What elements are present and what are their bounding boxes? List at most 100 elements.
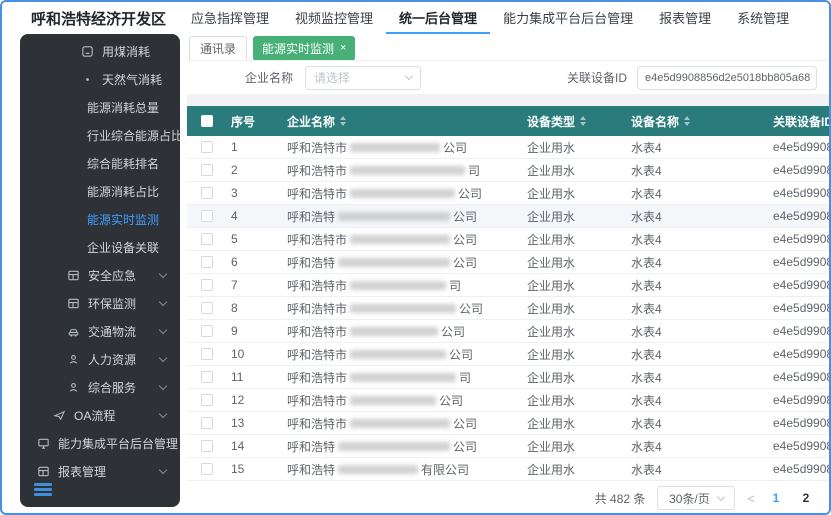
sidebar-item[interactable]: 交通物流 <box>20 317 180 345</box>
sidebar-item[interactable]: 企业设备关联 <box>20 233 180 261</box>
row-checkbox[interactable] <box>201 394 213 406</box>
row-checkbox[interactable] <box>201 463 213 475</box>
row-checkbox[interactable] <box>201 302 213 314</box>
sort-icon[interactable] <box>580 116 586 126</box>
sidebar-item[interactable]: 能力集成平台后台管理 <box>20 429 180 457</box>
sidebar-item[interactable]: OA流程 <box>20 401 180 429</box>
row-checkbox[interactable] <box>201 187 213 199</box>
open-tabs-row: 通讯录 能源实时监测 × <box>187 34 829 60</box>
redacted-company-name <box>350 419 450 428</box>
redacted-company-name <box>350 304 456 313</box>
cell-device-name: 水表4 <box>623 231 765 248</box>
sidebar-item-label: 综合能耗排名 <box>87 155 159 172</box>
cell-device-name: 水表4 <box>623 185 765 202</box>
company-prefix: 呼和浩特市 <box>287 277 347 294</box>
cell-index: 7 <box>223 278 279 292</box>
tab-chip-energy-monitor[interactable]: 能源实时监测 × <box>253 36 355 61</box>
column-header-3[interactable]: 设备名称 <box>623 113 765 130</box>
column-header-2[interactable]: 设备类型 <box>519 113 623 130</box>
company-prefix: 呼和浩特市 <box>287 369 347 386</box>
grid-icon <box>66 296 80 310</box>
row-checkbox[interactable] <box>201 325 213 337</box>
page-size-select[interactable]: 30条/页 <box>657 486 735 510</box>
row-checkbox[interactable] <box>201 210 213 222</box>
row-checkbox[interactable] <box>201 417 213 429</box>
sidebar-item[interactable]: 能源消耗总量 <box>20 93 180 121</box>
company-name-select[interactable]: 请选择 <box>305 66 421 90</box>
table-row: 4 呼和浩特 公司 企业用水 水表4 e4e5d9908856d2e5018bb… <box>187 205 829 228</box>
sort-icon[interactable] <box>684 116 690 126</box>
top-nav-tab-4[interactable]: 报表管理 <box>646 2 724 34</box>
top-nav-tab-0[interactable]: 应急指挥管理 <box>178 2 282 34</box>
prev-page-button[interactable]: < <box>747 491 755 506</box>
sidebar-item[interactable]: 安全应急 <box>20 261 180 289</box>
row-checkbox[interactable] <box>201 141 213 153</box>
company-prefix: 呼和浩特市 <box>287 415 347 432</box>
cell-device-id: e4e5d9908856d2e5018bb805a68 <box>765 324 829 338</box>
sidebar-item[interactable]: 人力资源 <box>20 345 180 373</box>
cell-index: 5 <box>223 232 279 246</box>
cell-device-id: e4e5d9908856d2e5018bb805a68 <box>765 255 829 269</box>
row-checkbox[interactable] <box>201 440 213 452</box>
sidebar-item-label: 能源消耗占比 <box>87 183 159 200</box>
cell-device-name: 水表4 <box>623 277 765 294</box>
company-suffix: 公司 <box>449 346 473 363</box>
company-prefix: 呼和浩特市 <box>287 323 347 340</box>
redacted-company-name <box>350 143 440 152</box>
device-id-input[interactable]: e4e5d9908856d2e5018bb805a68 <box>637 66 817 90</box>
page-number-2[interactable]: 2 <box>797 491 815 505</box>
row-checkbox[interactable] <box>201 164 213 176</box>
row-checkbox[interactable] <box>201 371 213 383</box>
top-nav-tab-2[interactable]: 统一后台管理 <box>386 2 490 34</box>
table-row: 9 呼和浩特市 公司 企业用水 水表4 e4e5d9908856d2e5018b… <box>187 320 829 343</box>
close-icon[interactable]: × <box>340 43 346 54</box>
cell-device-name: 水表4 <box>623 139 765 156</box>
cell-company: 呼和浩特 有限公司 <box>279 461 519 478</box>
cell-device-id: e4e5d9908856d2e5018bb805a68 <box>765 163 829 177</box>
sidebar-item-label: 能力集成平台后台管理 <box>58 435 178 452</box>
page-number-1[interactable]: 1 <box>767 491 785 505</box>
sidebar-item-label: 综合服务 <box>88 379 136 396</box>
grid-icon <box>66 268 80 282</box>
sidebar-item[interactable]: 天然气消耗 <box>20 65 180 93</box>
cell-device-id: e4e5d9908856d2e5018bb805a68 <box>765 232 829 246</box>
row-checkbox[interactable] <box>201 256 213 268</box>
sidebar-item[interactable]: 能源消耗占比 <box>20 177 180 205</box>
top-nav-tab-5[interactable]: 系统管理 <box>724 2 802 34</box>
cell-device-name: 水表4 <box>623 323 765 340</box>
cell-device-id: e4e5d9908856d2e5018bb805a68 <box>765 301 829 315</box>
company-suffix: 司 <box>449 277 461 294</box>
sidebar-item[interactable]: 能源实时监测 <box>20 205 180 233</box>
cell-device-type: 企业用水 <box>519 369 623 386</box>
top-bar: 呼和浩特经济开发区 应急指挥管理视频监控管理统一后台管理能力集成平台后台管理报表… <box>2 2 829 34</box>
redacted-company-name <box>350 350 446 359</box>
cell-device-type: 企业用水 <box>519 438 623 455</box>
cell-device-name: 水表4 <box>623 300 765 317</box>
cell-device-id: e4e5d9908856d2e5018bb805a68 <box>765 209 829 223</box>
cell-index: 9 <box>223 324 279 338</box>
sidebar-item[interactable]: 行业综合能源占比 <box>20 121 180 149</box>
tab-chip-contacts[interactable]: 通讯录 <box>189 36 247 61</box>
sidebar-item[interactable]: 环保监测 <box>20 289 180 317</box>
sidebar-item[interactable]: 综合服务 <box>20 373 180 401</box>
row-checkbox[interactable] <box>201 233 213 245</box>
column-header-4[interactable]: 关联设备ID <box>765 113 829 130</box>
cell-device-type: 企业用水 <box>519 461 623 478</box>
sidebar-item-label: 企业设备关联 <box>87 239 159 256</box>
column-header-1[interactable]: 企业名称 <box>279 113 519 130</box>
redacted-company-name <box>350 166 465 175</box>
sidebar-item[interactable]: 综合能耗排名 <box>20 149 180 177</box>
cell-company: 呼和浩特市 公司 <box>279 346 519 363</box>
top-nav-tab-1[interactable]: 视频监控管理 <box>282 2 386 34</box>
sidebar-item-label: 行业综合能源占比 <box>87 127 180 144</box>
top-nav-tab-3[interactable]: 能力集成平台后台管理 <box>490 2 646 34</box>
cell-company: 呼和浩特市 公司 <box>279 323 519 340</box>
hamburger-menu-icon[interactable] <box>34 481 52 499</box>
total-count-label: 共 482 条 <box>595 490 646 507</box>
sort-icon[interactable] <box>340 116 346 126</box>
sidebar-item[interactable]: 用煤消耗 <box>20 37 180 65</box>
row-checkbox[interactable] <box>201 279 213 291</box>
select-all-checkbox[interactable] <box>201 115 213 127</box>
cell-company: 呼和浩特市 司 <box>279 369 519 386</box>
row-checkbox[interactable] <box>201 348 213 360</box>
